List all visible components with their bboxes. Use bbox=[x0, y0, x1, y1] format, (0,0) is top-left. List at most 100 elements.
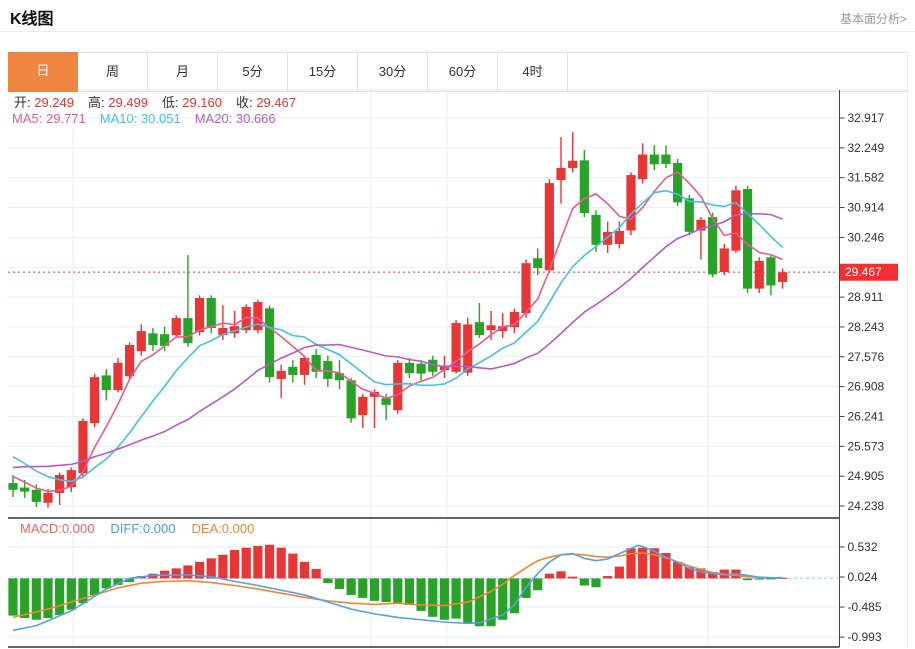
legend-item: 低: 29.160 bbox=[162, 92, 222, 111]
macd-bar bbox=[475, 578, 484, 626]
candle-body bbox=[148, 333, 157, 345]
candle-body bbox=[43, 493, 52, 503]
candle-body bbox=[486, 325, 495, 330]
macd-bar bbox=[265, 545, 274, 579]
candle-body bbox=[661, 155, 670, 164]
macd-bar bbox=[67, 578, 76, 609]
macd-legend-item: DEA:0.000 bbox=[191, 521, 254, 536]
candle-body bbox=[650, 155, 659, 165]
macd-bar bbox=[533, 578, 542, 590]
macd-bar bbox=[440, 578, 449, 619]
macd-bar bbox=[8, 578, 17, 615]
macd-bar bbox=[743, 578, 752, 580]
macd-bar bbox=[253, 546, 262, 578]
candle-body bbox=[626, 175, 635, 230]
axis-label: 26.241 bbox=[848, 409, 885, 423]
macd-bar bbox=[615, 567, 624, 579]
macd-bar bbox=[545, 574, 554, 579]
axis-label: 30.246 bbox=[848, 230, 885, 244]
axis-label: 0.024 bbox=[848, 570, 878, 584]
macd-legend-item: DIFF:0.000 bbox=[110, 521, 175, 536]
candle-body bbox=[183, 318, 192, 343]
candle-body bbox=[743, 189, 752, 289]
candle-body bbox=[778, 272, 787, 282]
axis-label: 32.249 bbox=[848, 141, 885, 155]
macd-bar bbox=[277, 548, 286, 579]
macd-bar bbox=[242, 548, 251, 579]
ma5-line bbox=[13, 172, 783, 491]
candle-body bbox=[556, 168, 565, 180]
candle-body bbox=[90, 377, 99, 423]
candle-body bbox=[417, 364, 426, 374]
candle-body bbox=[766, 257, 775, 285]
candle-body bbox=[405, 363, 414, 373]
macd-bar bbox=[335, 578, 344, 589]
candle-body bbox=[265, 308, 274, 377]
candle-body bbox=[277, 371, 286, 379]
candle-body bbox=[125, 345, 134, 376]
candle-body bbox=[591, 215, 600, 245]
candle-body bbox=[312, 355, 321, 372]
axis-label: 24.238 bbox=[848, 499, 885, 513]
candle-body bbox=[521, 263, 530, 313]
axis-label: 27.576 bbox=[848, 350, 885, 364]
axis-label: 30.914 bbox=[848, 201, 885, 215]
macd-bar bbox=[172, 568, 181, 578]
macd-bar bbox=[603, 576, 612, 578]
candle-body bbox=[8, 483, 17, 490]
macd-bar bbox=[370, 578, 379, 600]
candle-body bbox=[755, 261, 764, 289]
macd-bar bbox=[312, 569, 321, 578]
macd-bar bbox=[90, 578, 99, 595]
macd-bar bbox=[417, 578, 426, 610]
candle-body bbox=[288, 367, 297, 375]
candle-body bbox=[475, 322, 484, 335]
axis-label: 24.905 bbox=[848, 469, 885, 483]
legend-item: 收: 29.467 bbox=[236, 92, 296, 111]
legend-item: MA5: 29.771 bbox=[12, 111, 86, 126]
macd-bar bbox=[451, 578, 460, 618]
ma10-line bbox=[13, 191, 783, 482]
ohlc-legend: 开: 29.249高: 29.499低: 29.160收: 29.467 bbox=[14, 92, 296, 111]
panel-right-border bbox=[907, 52, 908, 647]
candle-body bbox=[685, 198, 694, 232]
candle-body bbox=[638, 155, 647, 180]
macd-bar bbox=[300, 562, 309, 579]
axis-label: 28.243 bbox=[848, 320, 885, 334]
candle-body bbox=[393, 363, 402, 410]
candle-body bbox=[615, 231, 624, 244]
candle-body bbox=[113, 363, 122, 390]
legend-item: MA20: 30.666 bbox=[195, 111, 276, 126]
macd-bar bbox=[207, 558, 216, 578]
candle-body bbox=[207, 298, 216, 328]
macd-bar bbox=[556, 571, 565, 578]
axis-label: 25.573 bbox=[848, 439, 885, 453]
legend-item: MA10: 30.051 bbox=[100, 111, 181, 126]
macd-legend-item: MACD:0.000 bbox=[20, 521, 94, 536]
axis-label: 32.917 bbox=[848, 111, 885, 125]
candle-body bbox=[172, 318, 181, 335]
candle-body bbox=[347, 380, 356, 418]
macd-bar bbox=[358, 578, 367, 597]
macd-bar bbox=[568, 577, 577, 579]
macd-bar bbox=[230, 550, 239, 578]
ma-legend: MA5: 29.771 MA10: 30.051 MA20: 30.666 bbox=[12, 111, 276, 126]
macd-bar bbox=[393, 578, 402, 603]
macd-bar bbox=[755, 578, 764, 579]
macd-bar bbox=[32, 578, 41, 619]
candle-body bbox=[195, 298, 204, 332]
candle-body bbox=[720, 248, 729, 272]
macd-legend: MACD:0.000 DIFF:0.000 DEA:0.000 bbox=[20, 521, 254, 536]
macd-bar bbox=[218, 555, 227, 579]
legend-item: 高: 29.499 bbox=[88, 92, 148, 111]
candle-body bbox=[32, 490, 41, 502]
macd-bar bbox=[428, 578, 437, 616]
candle-body bbox=[568, 161, 577, 168]
ma20-line bbox=[13, 214, 783, 468]
axis-label: 0.532 bbox=[848, 540, 878, 554]
tab-日[interactable]: 日 bbox=[8, 52, 78, 92]
axis-label: -0.485 bbox=[848, 600, 882, 614]
axis-label: 28.911 bbox=[848, 290, 884, 304]
price-tag-label: 29.467 bbox=[845, 265, 882, 279]
macd-bar bbox=[55, 578, 64, 615]
